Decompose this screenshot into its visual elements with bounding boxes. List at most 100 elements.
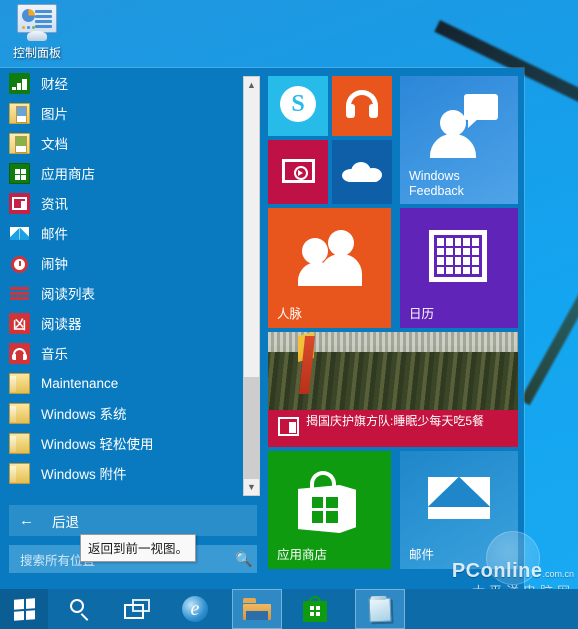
- app-label: 财经: [41, 77, 68, 92]
- status-dots-icon: [22, 26, 35, 29]
- taskbar-task-view-button[interactable]: [112, 589, 162, 629]
- task-view-icon: [124, 599, 150, 619]
- list-item[interactable]: Windows 轻松使用: [0, 428, 262, 458]
- monitor-stand: [27, 31, 47, 41]
- person-head-shape: [440, 110, 466, 136]
- scrollbar-thumb[interactable]: [244, 377, 259, 482]
- list-item[interactable]: Windows 附件: [0, 458, 262, 488]
- app-label: 邮件: [41, 227, 68, 242]
- tile-label-line2: Feedback: [409, 184, 464, 198]
- list-item[interactable]: 资讯: [0, 188, 262, 218]
- app-label: 资讯: [41, 197, 68, 212]
- people-icon: [298, 230, 362, 286]
- tile-label-line1: Windows: [409, 169, 460, 183]
- start-button[interactable]: [0, 589, 48, 629]
- start-menu: 财经 图片 文档 应用商店 资讯 邮件 闹钟 阅读列表 凶 阅读器 音乐 Mai…: [0, 68, 524, 589]
- list-item[interactable]: 音乐: [0, 338, 262, 368]
- back-arrow-icon: ←: [19, 512, 34, 529]
- reading-list-icon: [9, 283, 30, 304]
- app-label: 阅读列表: [41, 287, 95, 302]
- finance-icon: [9, 72, 30, 94]
- documents-icon: [9, 132, 30, 154]
- back-label: 后退: [52, 514, 79, 530]
- search-icon: [70, 599, 90, 619]
- taskbar-notepad-button[interactable]: [355, 589, 405, 629]
- folder-icon: [9, 462, 30, 484]
- tile-mail[interactable]: 邮件: [400, 451, 518, 569]
- tile-onedrive[interactable]: [332, 140, 392, 204]
- taskbar-store-button[interactable]: [290, 589, 340, 629]
- tile-label: 邮件: [409, 548, 435, 562]
- desktop-icon-control-panel[interactable]: 控制面板: [4, 4, 70, 60]
- app-label: 应用商店: [41, 167, 95, 182]
- list-item[interactable]: 闹钟: [0, 248, 262, 278]
- folder-icon: [9, 402, 30, 424]
- tile-news[interactable]: 揭国庆护旗方队:睡眠少每天吃5餐: [268, 332, 518, 447]
- scroll-down-icon[interactable]: ▼: [244, 479, 259, 495]
- taskbar-search-button[interactable]: [55, 589, 105, 629]
- taskbar-internet-explorer-button[interactable]: e: [170, 589, 220, 629]
- back-button[interactable]: ← 后退: [9, 505, 257, 536]
- pictures-icon: [9, 102, 30, 124]
- windows-logo-icon: [312, 497, 338, 523]
- wallpaper-band-lower: [520, 225, 578, 406]
- store-icon: [9, 162, 30, 184]
- app-label: Windows 附件: [41, 467, 127, 482]
- list-lines-icon: [35, 10, 52, 30]
- list-item[interactable]: Windows 系统: [0, 398, 262, 428]
- tile-people[interactable]: 人脉: [268, 208, 391, 328]
- app-label: 音乐: [41, 347, 68, 362]
- app-label: 文档: [41, 137, 68, 152]
- tile-label: 应用商店: [277, 548, 328, 562]
- tile-music[interactable]: [332, 76, 392, 136]
- desktop-icon-label: 控制面板: [12, 46, 61, 60]
- news-headline: 揭国庆护旗方队:睡眠少每天吃5餐: [306, 414, 485, 428]
- folder-icon: [9, 432, 30, 454]
- taskbar-file-explorer-button[interactable]: [232, 589, 282, 629]
- alarm-icon: [9, 253, 30, 274]
- list-item[interactable]: 邮件: [0, 218, 262, 248]
- list-item[interactable]: 应用商店: [0, 158, 262, 188]
- flag-shape: [298, 332, 314, 362]
- calendar-grid: [437, 238, 479, 274]
- tile-windows-feedback[interactable]: Windows Feedback: [400, 76, 518, 204]
- app-label: 闹钟: [41, 257, 68, 272]
- news-icon: [278, 417, 299, 436]
- news-headline-bar: 揭国庆护旗方队:睡眠少每天吃5餐: [268, 410, 518, 447]
- app-label: Windows 轻松使用: [41, 437, 154, 452]
- tile-calendar[interactable]: 日历: [400, 208, 518, 328]
- list-item[interactable]: 财经: [0, 68, 262, 98]
- list-item[interactable]: 图片: [0, 98, 262, 128]
- envelope-icon: [428, 477, 490, 519]
- file-explorer-icon: [243, 598, 271, 620]
- internet-explorer-icon: e: [182, 596, 208, 622]
- app-list-scrollbar[interactable]: ▲ ▼: [243, 76, 260, 496]
- mail-icon: [9, 223, 30, 244]
- folder-icon: [9, 372, 30, 394]
- all-apps-list[interactable]: 财经 图片 文档 应用商店 资讯 邮件 闹钟 阅读列表 凶 阅读器 音乐 Mai…: [0, 68, 262, 498]
- control-panel-icon: [16, 4, 58, 44]
- app-label: 图片: [41, 107, 68, 122]
- store-bag-icon: [296, 471, 358, 533]
- windows-logo-icon: [13, 597, 35, 621]
- onedrive-cloud-icon: [342, 160, 382, 182]
- pie-chart-icon: [22, 9, 35, 22]
- reader-icon: 凶: [9, 312, 30, 334]
- video-icon: [282, 159, 315, 183]
- scroll-up-icon[interactable]: ▲: [244, 77, 259, 93]
- screen: 控制面板 财经 图片 文档 应用商店 资讯 邮件 闹钟 阅读列表 凶 阅读器 音…: [0, 0, 578, 629]
- tile-label: 人脉: [277, 307, 303, 321]
- feedback-icon: [428, 94, 498, 158]
- list-item[interactable]: 文档: [0, 128, 262, 158]
- list-item[interactable]: 凶 阅读器: [0, 308, 262, 338]
- search-icon[interactable]: 🔍: [231, 551, 257, 568]
- tile-store[interactable]: 应用商店: [268, 451, 391, 569]
- person-body-shape: [430, 134, 476, 158]
- notepad-icon: [367, 595, 394, 623]
- list-item[interactable]: Maintenance: [0, 368, 262, 398]
- tile-video[interactable]: [268, 140, 328, 204]
- calendar-icon: [429, 230, 487, 282]
- list-item[interactable]: 阅读列表: [0, 278, 262, 308]
- tile-skype[interactable]: S: [268, 76, 328, 136]
- tiles-area: S Windows Feedback 人脉 日历 揭国庆护旗方队:睡眠少每天吃5…: [268, 76, 518, 581]
